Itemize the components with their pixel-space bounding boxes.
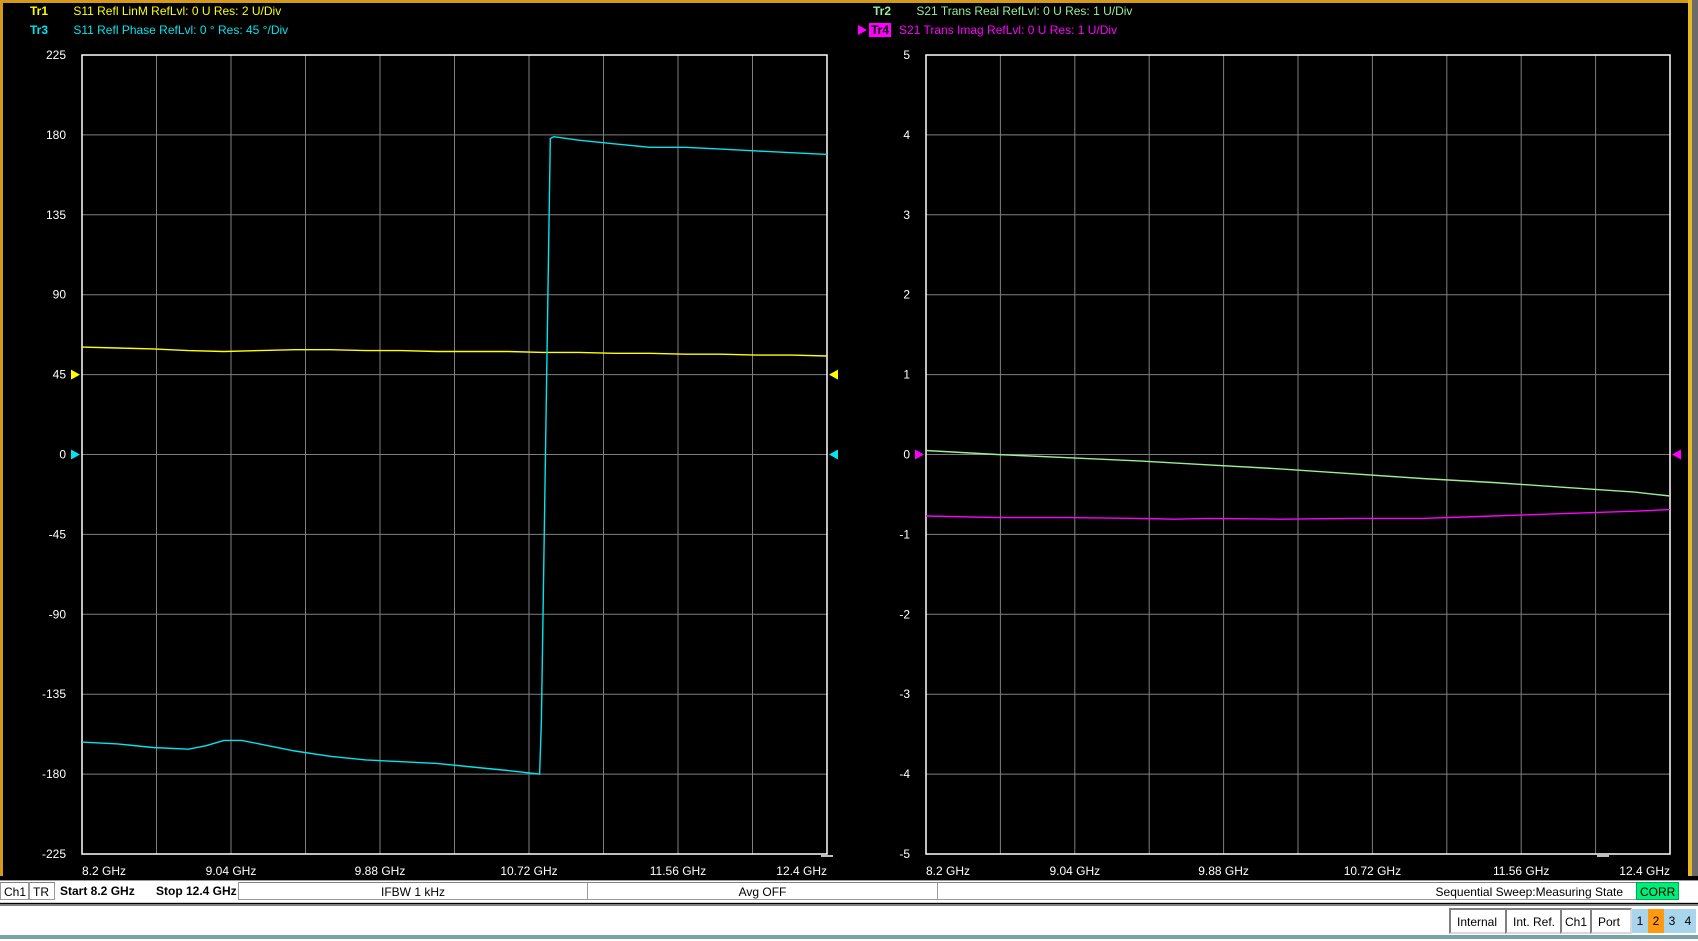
status-bar: Ch1 TR Start 8.2 GHz Stop 12.4 GHz IFBW … [0,880,1698,903]
port-label: Port [1590,908,1632,934]
y-tick-label: 4 [903,128,910,142]
y-tick-label: -3 [899,687,910,701]
ref-level-marker-left-Tr4[interactable] [915,449,924,460]
active-channel[interactable]: Ch1 [1560,908,1592,934]
y-tick-label: 45 [53,368,67,382]
x-tick-label: 10.72 GHz [500,864,557,878]
ref-level-marker-right-Tr1[interactable] [829,369,838,380]
y-tick-label: 225 [46,48,66,62]
status-avg[interactable]: Avg OFF [587,882,938,900]
status-channel[interactable]: Ch1 [0,882,29,900]
y-tick-label: 0 [59,448,66,462]
y-tick-label: -90 [49,607,67,621]
y-tick-label: -225 [42,847,66,861]
ref-level-marker-right-Tr4[interactable] [1672,449,1681,460]
x-tick-label: 9.88 GHz [1198,864,1249,878]
port-3[interactable]: 3 [1664,909,1680,933]
status-stop[interactable]: Stop 12.4 GHz [153,882,239,900]
y-tick-label: -2 [899,607,910,621]
x-tick-label: 8.2 GHz [926,864,970,878]
x-tick-label: 12.4 GHz [776,864,827,878]
y-tick-label: 90 [53,288,67,302]
y-tick-label: -1 [899,527,910,541]
x-tick-label: 9.04 GHz [206,864,257,878]
y-tick-label: -135 [42,687,66,701]
y-tick-label: 1 [903,368,910,382]
status-ifbw[interactable]: IFBW 1 kHz [238,882,588,900]
x-tick-label: 11.56 GHz [1493,864,1549,878]
y-tick-label: -45 [49,527,67,541]
y-tick-label: 2 [903,288,910,302]
x-tick-label: 9.04 GHz [1049,864,1100,878]
y-tick-label: -5 [899,847,910,861]
source-internal[interactable]: Internal [1449,908,1507,934]
ref-level-marker-left-Tr3[interactable] [71,449,80,460]
status-sweep-state: Sequential Sweep:Measuring State [937,882,1674,900]
status-mode[interactable]: TR [29,882,55,900]
y-tick-label: 5 [903,48,910,62]
y-tick-label: -4 [899,767,910,781]
diagrams[interactable]: 22518013590450-45-90-135-180-2258.2 GHz 9… [0,0,1698,880]
y-tick-label: 3 [903,208,910,222]
port-2-active[interactable]: 2 [1648,909,1664,933]
x-tick-label: 11.56 GHz [650,864,706,878]
x-tick-label: 12.4 GHz [1619,864,1670,878]
status-start[interactable]: Start 8.2 GHz [57,882,137,900]
ref-level-marker-right-Tr3[interactable] [829,449,838,460]
y-tick-label: 135 [46,208,66,222]
x-tick-label: 8.2 GHz [82,864,126,878]
port-1[interactable]: 1 [1632,909,1648,933]
taskbar [0,935,1698,939]
y-tick-label: 0 [903,448,910,462]
corr-badge[interactable]: CORR [1636,882,1679,900]
y-tick-label: 180 [46,128,66,142]
reference-internal[interactable]: Int. Ref. [1505,908,1562,934]
port-4[interactable]: 4 [1680,909,1696,933]
x-tick-label: 10.72 GHz [1344,864,1401,878]
x-tick-label: 9.88 GHz [355,864,406,878]
ref-level-marker-left-Tr1[interactable] [71,369,80,380]
y-tick-label: -180 [42,767,66,781]
